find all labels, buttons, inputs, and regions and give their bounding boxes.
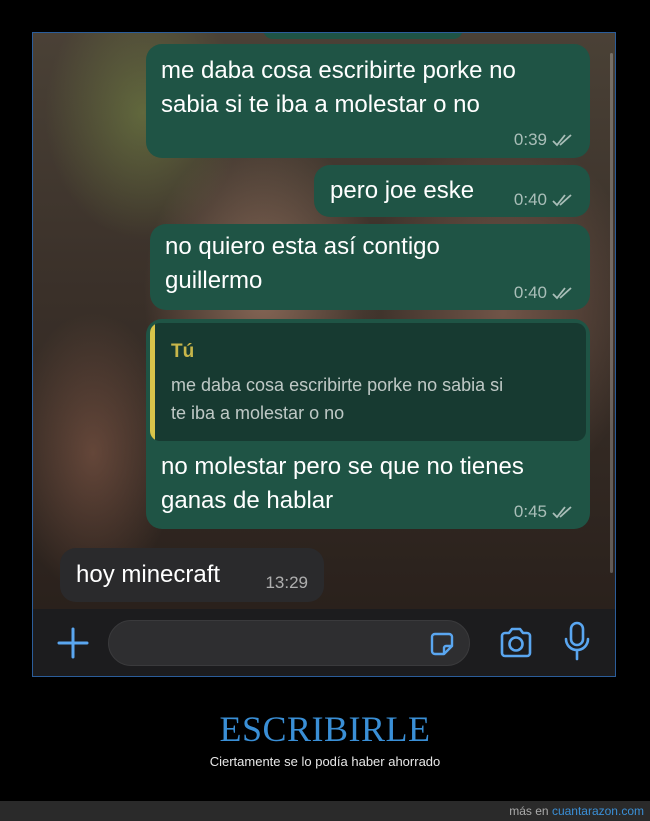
message-text-line: ganas de hablar (161, 487, 334, 514)
message-bubble-outgoing[interactable]: pero joe eske 0:40 (314, 165, 590, 217)
partial-message-bubble (263, 33, 463, 39)
message-meta: 0:39 (514, 130, 574, 150)
plus-icon[interactable] (55, 625, 91, 661)
message-input[interactable] (108, 620, 470, 666)
message-meta: 0:40 (514, 190, 574, 210)
message-input-bar (33, 609, 615, 676)
microphone-icon[interactable] (563, 621, 591, 663)
message-text-line: me daba cosa escribirte porke no (161, 57, 516, 84)
message-bubble-outgoing-reply[interactable]: Tú me daba cosa escribirte porke no sabi… (146, 319, 590, 529)
message-meta: 13:29 (265, 573, 308, 593)
message-bubble-outgoing[interactable]: me daba cosa escribirte porke no sabia s… (146, 44, 590, 158)
message-time: 13:29 (265, 573, 308, 592)
camera-icon[interactable] (498, 626, 534, 660)
chat-wallpaper: me daba cosa escribirte porke no sabia s… (33, 33, 615, 609)
quote-text: me daba cosa escribirte porke no sabia s… (171, 371, 570, 427)
message-time: 0:45 (513, 502, 547, 521)
caption-title: ESCRIBIRLE (219, 709, 431, 749)
footer-prefix: más en (509, 804, 549, 818)
chat-scrollbar[interactable] (610, 53, 613, 573)
read-receipt-icon (552, 134, 572, 147)
message-bubble-outgoing[interactable]: no quiero esta así contigo guillermo 0:4… (150, 224, 590, 310)
message-text-line: sabia si te iba a molestar o no (161, 91, 480, 118)
message-meta: 0:40 (514, 283, 574, 303)
message-bubble-incoming[interactable]: hoy minecraft 13:29 (60, 548, 324, 602)
footer-text: más en cuantarazon.com (509, 804, 644, 818)
site-footer: más en cuantarazon.com (0, 801, 650, 821)
caption-subtitle: Ciertamente se lo podía haber ahorrado (209, 754, 441, 769)
message-time: 0:40 (513, 190, 547, 209)
message-text-line: no quiero esta así contigo (165, 233, 440, 260)
message-text: pero joe eske (330, 177, 475, 204)
read-receipt-icon (552, 287, 572, 300)
message-meta: 0:45 (514, 502, 574, 522)
message-text-line: no molestar pero se que no tienes (161, 453, 524, 480)
message-time: 0:39 (513, 130, 547, 149)
message-text-line: guillermo (165, 267, 263, 294)
read-receipt-icon (552, 194, 572, 207)
message-time: 0:40 (513, 283, 547, 302)
message-text: hoy minecraft (76, 561, 221, 588)
quote-author: Tú (171, 341, 195, 362)
screenshot-frame: me daba cosa escribirte porke no sabia s… (32, 32, 616, 677)
quote-text-line: me daba cosa escribirte porke no sabia s… (171, 375, 504, 395)
reply-quote[interactable]: Tú me daba cosa escribirte porke no sabi… (150, 323, 586, 441)
sticker-icon[interactable] (429, 631, 455, 657)
read-receipt-icon (552, 506, 572, 519)
footer-link[interactable]: cuantarazon.com (552, 804, 644, 818)
quote-accent-bar (150, 323, 155, 441)
quote-text-line: te iba a molestar o no (171, 403, 345, 423)
